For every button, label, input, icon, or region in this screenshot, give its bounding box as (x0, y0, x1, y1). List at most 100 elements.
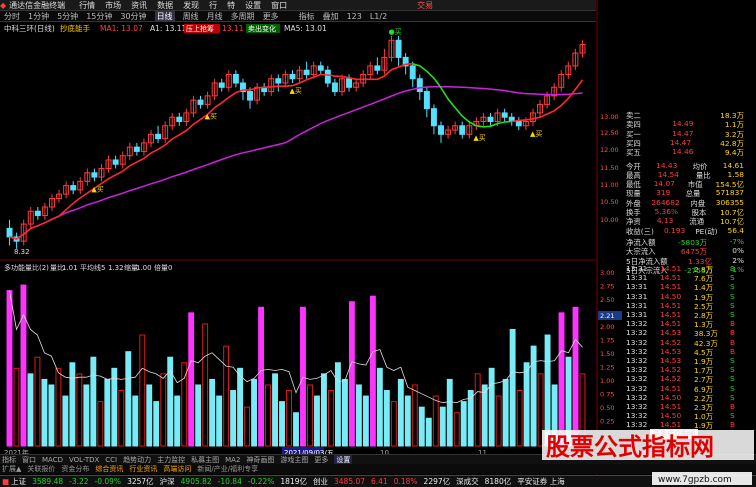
tab-ma2[interactable]: MA2 (225, 456, 240, 464)
menu-item-settings[interactable]: 设置 (245, 0, 261, 10)
volume-bar (481, 384, 488, 447)
candle-body (374, 65, 381, 71)
tick-price: 14.52 (660, 337, 682, 347)
candle-body (416, 78, 423, 93)
ext-industry-news[interactable]: 行业资讯 (129, 464, 157, 474)
tick-volume: 2.8万 (694, 265, 714, 273)
stat-label: 收益(三) (626, 226, 654, 235)
tick-time: 13:31 (626, 291, 648, 301)
price-tick: 11.50 (600, 164, 619, 172)
volume-bar (488, 367, 495, 447)
candle-body (232, 73, 239, 84)
stat-row: 现量 319 总量 571837 (626, 188, 744, 197)
volume-bar (509, 328, 516, 447)
tab-cci[interactable]: CCI (105, 456, 117, 464)
period-monthly[interactable]: 月线 (207, 11, 223, 21)
ticker-hs300-amount: 1819亿 (280, 477, 307, 486)
volume-bar (307, 384, 313, 447)
price-tick: 10.00 (600, 216, 619, 224)
tick-time: 13:32 (626, 392, 648, 402)
toolbar-overlay[interactable]: 叠加 (323, 11, 339, 21)
ticker-tail-value: 8180亿 (484, 477, 512, 486)
menu-item-data[interactable]: 数据 (157, 0, 173, 10)
tick-time: 13:32 (626, 411, 648, 421)
candle-body (346, 78, 353, 88)
tab-drawing[interactable]: 神奇画图 (246, 455, 274, 464)
period-weekly[interactable]: 周线 (183, 11, 199, 21)
menu-item-window[interactable]: 窗口 (271, 0, 287, 10)
kline-volume-chart[interactable]: 中科三环(日线) 抄底能手 MA1: 13.07 A1: 13.11 压上抢筹 … (0, 22, 596, 475)
tab-trend-power[interactable]: 趋势动力 (123, 455, 151, 464)
tick-price: 14.50 (660, 291, 682, 301)
tab-vol-tdx[interactable]: VOL-TDX (69, 456, 99, 464)
chart-area[interactable]: 中科三环(日线) 抄底能手 MA1: 13.07 A1: 13.11 压上抢筹 … (0, 22, 596, 475)
ext-fund-distribution[interactable]: 资金分布 (61, 464, 89, 474)
volume-bar (341, 378, 348, 447)
menu-item-row[interactable]: 行 (209, 0, 217, 10)
ext-related-quotes[interactable]: 关联报价 (27, 464, 55, 474)
menu-item-market[interactable]: 市场 (105, 0, 121, 10)
tick-price: 14.53 (660, 346, 682, 356)
candle-body (409, 65, 416, 80)
tab-game-main[interactable]: 游戏主图 (280, 455, 308, 464)
tick-time: 13:32 (626, 337, 648, 347)
period-more[interactable]: 更多 (263, 11, 279, 21)
ma-long-line (9, 85, 583, 240)
volume-bar (558, 312, 565, 447)
tick-row: 13:31 14.51 7.6万 S (626, 273, 744, 282)
tick-price: 14.51 (660, 300, 682, 310)
period-5min[interactable]: 5分钟 (57, 11, 78, 21)
tab-macd[interactable]: MACD (42, 456, 63, 464)
volume-bar (104, 378, 111, 447)
menu-item-quote[interactable]: 行情 (79, 0, 95, 10)
menu-item-news[interactable]: 资讯 (131, 0, 147, 10)
tick-time: 13:31 (626, 300, 648, 310)
volume-bar (181, 362, 188, 447)
ticker-hs300-value: 4905.82 (180, 477, 212, 486)
tab-main-monitor[interactable]: 主力监控 (157, 455, 185, 464)
period-multi[interactable]: 多周期 (231, 11, 255, 21)
menu-item-special[interactable]: 特 (227, 0, 235, 10)
tick-row: 13:32 14.52 1.7万 S (626, 365, 744, 374)
volume-bar (286, 390, 292, 447)
ext-toggle[interactable]: 扩展▲ (2, 464, 21, 474)
tab-settings[interactable]: 设置 (334, 455, 353, 464)
tick-volume: 42.3万 (694, 338, 718, 347)
tick-direction: S (730, 365, 735, 375)
ticker-chinext-change: 6.41 (371, 477, 388, 486)
volume-bar (446, 378, 453, 447)
ticker-chinext-name[interactable]: 创业 (313, 476, 328, 487)
ticker-chinext-value: 3485.07 (334, 477, 366, 486)
period-1min[interactable]: 1分钟 (28, 11, 49, 21)
stat-row: 今开 14.43 均价 14.61 (626, 161, 744, 170)
volume-bar (293, 412, 299, 447)
order-volume: 9.4万 (724, 148, 744, 157)
toolbar-indicator[interactable]: 指标 (299, 11, 315, 21)
tab-private-main[interactable]: 私募主图 (191, 455, 219, 464)
toolbar-123[interactable]: 123 (347, 12, 362, 21)
menu-item-discover[interactable]: 发现 (183, 0, 199, 10)
stat-value: 10.7亿 (720, 208, 744, 216)
period-daily[interactable]: 日线 (154, 11, 175, 21)
volume-ratio-value: 1.01 (62, 264, 78, 272)
trend-line-up (9, 63, 413, 240)
price-tick: 13.00 (600, 113, 619, 121)
period-30min[interactable]: 30分钟 (120, 11, 146, 21)
ext-general-news[interactable]: 综合资讯 (95, 464, 123, 474)
ticker-shanghai-name[interactable]: 上证 (11, 476, 26, 487)
ext-news-exclusive[interactable]: 新闻/产业/福利专享 (197, 464, 258, 474)
toolbar-l12[interactable]: L1/2 (370, 12, 387, 21)
period-intraday[interactable]: 分时 (4, 11, 20, 21)
ext-premium-interview[interactable]: 高端访问 (163, 464, 191, 474)
down-signal-label: 卖出变化 (248, 24, 276, 33)
ticker-hs300-change: -10.84 (217, 477, 242, 486)
tab-more[interactable]: 更多 (314, 455, 328, 464)
tab-window[interactable]: 窗口 (22, 455, 36, 464)
menu-trade[interactable]: 交易 (417, 0, 433, 10)
period-15min[interactable]: 15分钟 (86, 11, 112, 21)
volume-tick: 0.75 (600, 391, 614, 399)
volume-bar (62, 395, 69, 447)
ticker-hs300-name[interactable]: 沪深 (160, 476, 175, 487)
volume-tick: 1.00 (600, 377, 614, 385)
tab-indicator[interactable]: 指标 (2, 455, 16, 464)
